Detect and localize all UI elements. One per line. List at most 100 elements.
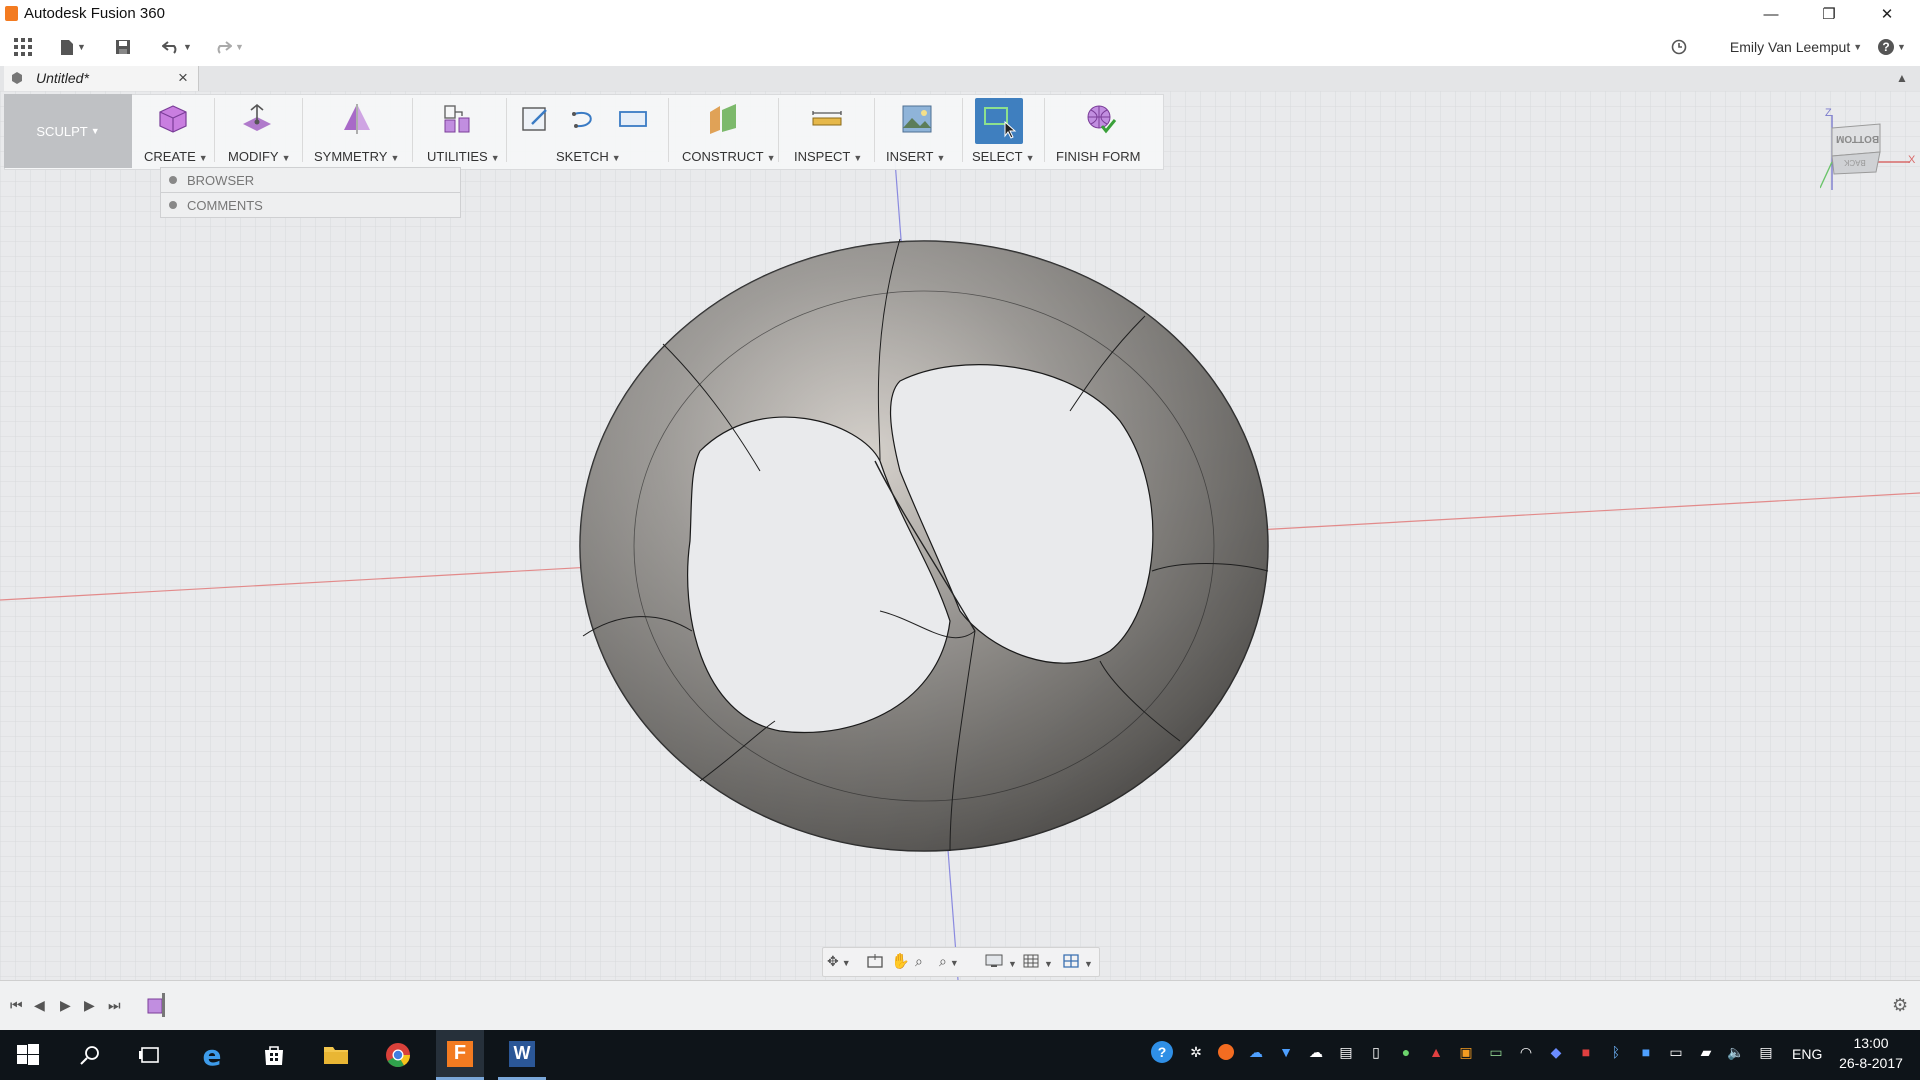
viewports-icon[interactable] bbox=[1063, 954, 1079, 968]
symmetry-menu[interactable]: SYMMETRY ▼ bbox=[308, 94, 404, 168]
browser-panel-header[interactable]: BROWSER bbox=[160, 167, 461, 193]
data-panel-grid-icon[interactable] bbox=[12, 37, 34, 57]
onedrive-tray-icon[interactable]: ☁ bbox=[1246, 1040, 1266, 1064]
bluetooth-tray-icon[interactable]: ᛒ bbox=[1606, 1040, 1626, 1064]
comments-panel-header[interactable]: COMMENTS bbox=[160, 192, 461, 218]
step-forward-icon[interactable]: ▶ bbox=[84, 997, 95, 1014]
app-blue-tray-icon[interactable]: ■ bbox=[1636, 1040, 1656, 1064]
grid-settings-icon[interactable] bbox=[1023, 954, 1039, 968]
document-tab[interactable]: Untitled* × bbox=[4, 66, 199, 91]
chrome-icon[interactable] bbox=[374, 1030, 422, 1080]
file-explorer-icon[interactable] bbox=[312, 1030, 360, 1080]
store-icon[interactable] bbox=[250, 1030, 298, 1080]
select-menu[interactable]: SELECT ▼ bbox=[968, 94, 1038, 168]
display-tray-icon[interactable]: ▭ bbox=[1666, 1040, 1686, 1064]
user-account-menu[interactable]: Emily Van Leemput ▼ bbox=[1716, 37, 1876, 57]
timeline-settings-gear-icon[interactable]: ⚙ bbox=[1892, 995, 1908, 1016]
document-tab-close-button[interactable]: × bbox=[178, 68, 188, 88]
toolbar-divider bbox=[412, 98, 413, 162]
create-label: CREATE bbox=[144, 149, 196, 164]
redo-icon[interactable]: ▼ bbox=[210, 37, 248, 57]
axis-x-label: X bbox=[1908, 154, 1916, 166]
display-settings-icon[interactable] bbox=[985, 954, 1003, 968]
app-red-tray-icon[interactable]: ■ bbox=[1576, 1040, 1596, 1064]
go-to-end-icon[interactable]: ⏭ bbox=[108, 997, 121, 1014]
construct-label: CONSTRUCT bbox=[682, 149, 764, 164]
zoom-icon[interactable]: ⌕ ▼ bbox=[939, 953, 959, 970]
timeline-form-feature-icon[interactable] bbox=[146, 991, 168, 1019]
viewports-caret[interactable]: ▼ bbox=[1081, 954, 1093, 972]
inspect-menu[interactable]: INSPECT ▼ bbox=[784, 94, 870, 168]
security-tray-icon[interactable]: ◆ bbox=[1546, 1040, 1566, 1064]
file-menu-icon[interactable]: ▼ bbox=[56, 37, 90, 57]
quick-access-toolbar: ▼ ▼ ▼ Emily Van Leemput ▼ ? ▼ bbox=[0, 28, 1920, 67]
app-orange-tray-icon[interactable]: ▣ bbox=[1456, 1040, 1476, 1064]
toolbar-divider bbox=[874, 98, 875, 162]
finish-form-button[interactable]: FINISH FORM bbox=[1050, 94, 1154, 168]
create-box-icon bbox=[156, 102, 190, 141]
document-icon bbox=[10, 71, 24, 85]
construct-menu[interactable]: CONSTRUCT ▼ bbox=[674, 94, 776, 168]
display-settings-caret[interactable]: ▼ bbox=[1005, 954, 1017, 972]
word-taskbar-icon[interactable]: W bbox=[498, 1030, 546, 1080]
viewcube[interactable]: Z X BOTTOM BACK bbox=[1819, 100, 1920, 200]
measure-icon bbox=[810, 102, 844, 141]
language-indicator[interactable]: ENG bbox=[1792, 1046, 1822, 1062]
settings-tray-icon[interactable]: ✲ bbox=[1186, 1040, 1206, 1064]
insert-menu[interactable]: INSERT ▼ bbox=[880, 94, 956, 168]
battery-tray-icon[interactable]: ▭ bbox=[1486, 1040, 1506, 1064]
fusion360-taskbar-icon[interactable]: F bbox=[436, 1030, 484, 1080]
orbit-icon[interactable]: ✥ ▼ bbox=[827, 953, 851, 970]
sync-tray-icon[interactable]: ● bbox=[1396, 1040, 1416, 1064]
toolbar-divider bbox=[302, 98, 303, 162]
wifi-tray-icon[interactable]: ◠ bbox=[1516, 1040, 1536, 1064]
task-view-icon[interactable] bbox=[126, 1030, 174, 1080]
upload-tray-icon[interactable] bbox=[1216, 1040, 1236, 1064]
help-tray-icon[interactable]: ? bbox=[1150, 1040, 1174, 1064]
look-at-icon[interactable] bbox=[867, 954, 883, 968]
minimize-button[interactable]: — bbox=[1748, 0, 1794, 28]
sketch-menu[interactable]: SKETCH ▼ bbox=[512, 94, 664, 168]
clock-time[interactable]: 13:00 bbox=[1840, 1035, 1902, 1051]
network-share-tray-icon[interactable]: ▼ bbox=[1276, 1040, 1296, 1064]
viewcube-face-bottom[interactable]: BOTTOM bbox=[1836, 133, 1879, 144]
create-menu[interactable]: CREATE ▼ bbox=[138, 94, 212, 168]
power-tray-icon[interactable]: ▰ bbox=[1696, 1040, 1716, 1064]
close-button[interactable]: ✕ bbox=[1864, 0, 1910, 28]
document-tab-label: Untitled* bbox=[36, 70, 89, 86]
edge-browser-icon[interactable]: e bbox=[188, 1030, 236, 1080]
start-windows-icon[interactable] bbox=[4, 1030, 52, 1080]
volume-tray-icon[interactable]: 🔈 bbox=[1726, 1040, 1746, 1064]
job-status-clock-icon[interactable] bbox=[1668, 37, 1690, 57]
restore-button[interactable]: ❐ bbox=[1806, 0, 1852, 28]
collapse-chevron-icon[interactable]: ▲ bbox=[1896, 71, 1908, 85]
pan-hand-icon[interactable]: ✋ bbox=[891, 952, 910, 970]
pdf-tray-icon[interactable]: ▲ bbox=[1426, 1040, 1446, 1064]
sketch-label: SKETCH bbox=[556, 149, 609, 164]
finish-form-label: FINISH FORM bbox=[1056, 149, 1141, 164]
clock-date[interactable]: 26-8-2017 bbox=[1834, 1055, 1908, 1071]
sculpt-torus-model bbox=[579, 238, 1269, 852]
zoom-window-icon[interactable]: ⌕ bbox=[915, 953, 923, 970]
grid-settings-caret[interactable]: ▼ bbox=[1041, 954, 1053, 972]
cloud-sync-tray-icon[interactable]: ☁ bbox=[1306, 1040, 1326, 1064]
go-to-start-icon[interactable]: ⏮ bbox=[10, 997, 23, 1014]
utilities-label: UTILITIES bbox=[427, 149, 488, 164]
usb-tray-icon[interactable]: ▯ bbox=[1366, 1040, 1386, 1064]
modify-menu[interactable]: MODIFY ▼ bbox=[220, 94, 296, 168]
viewcube-face-back[interactable]: BACK bbox=[1844, 158, 1866, 167]
workspace-switcher[interactable]: SCULPT ▼ bbox=[4, 94, 132, 168]
expand-dot-icon bbox=[169, 201, 177, 209]
play-icon[interactable]: ▶ bbox=[60, 997, 71, 1014]
utilities-menu[interactable]: UTILITIES ▼ bbox=[418, 94, 500, 168]
action-center-icon[interactable]: ▤ bbox=[1756, 1040, 1776, 1064]
window-title: Autodesk Fusion 360 bbox=[24, 5, 165, 22]
save-icon[interactable] bbox=[112, 37, 134, 57]
step-back-icon[interactable]: ◀ bbox=[34, 997, 45, 1014]
create-sketch-icon bbox=[518, 102, 552, 141]
help-menu[interactable]: ? ▼ bbox=[1874, 37, 1910, 57]
canvas-viewport[interactable] bbox=[0, 91, 1920, 980]
app-tray-icon[interactable]: ▤ bbox=[1336, 1040, 1356, 1064]
undo-icon[interactable]: ▼ bbox=[158, 37, 196, 57]
search-icon[interactable] bbox=[66, 1030, 114, 1080]
